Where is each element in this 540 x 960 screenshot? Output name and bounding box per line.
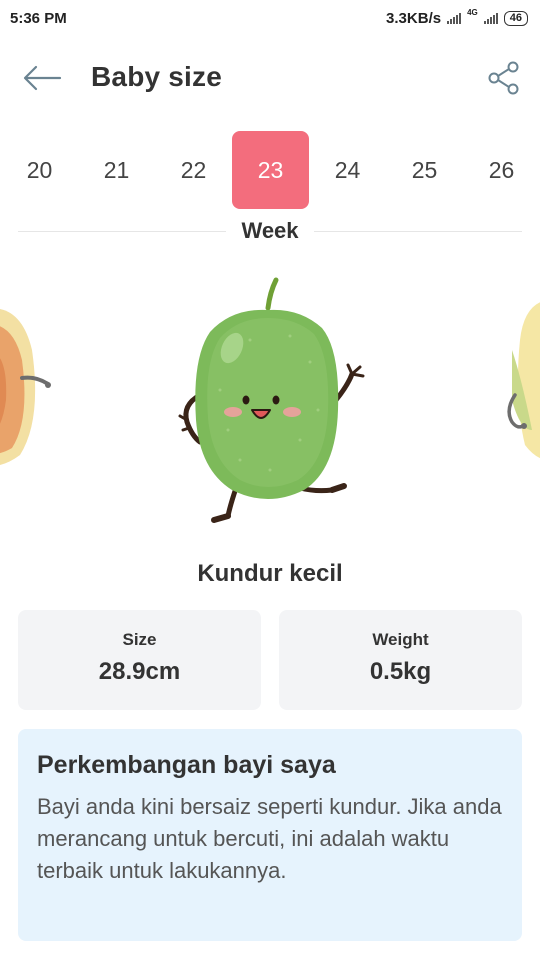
share-icon <box>488 61 519 95</box>
week-item-20[interactable]: 20 <box>1 131 78 209</box>
battery-icon: 46 <box>503 10 528 26</box>
app-bar: Baby size <box>0 48 540 108</box>
next-fruit-illustration <box>507 302 540 459</box>
status-indicators: 3.3KB/s 4G 46 <box>386 7 528 27</box>
baby-development-box: Perkembangan bayi saya Bayi anda kini be… <box>18 729 522 941</box>
weight-value: 0.5kg <box>369 658 432 685</box>
fruit-name: Kundur kecil <box>197 560 343 587</box>
size-value: 28.9cm <box>98 658 181 685</box>
week-label: Week <box>241 218 299 243</box>
size-label: Size <box>122 630 157 649</box>
status-time: 5:36 PM <box>10 9 67 27</box>
info-body: Bayi anda kini bersaiz seperti kundur. J… <box>37 794 502 883</box>
week-item-25[interactable]: 25 <box>386 131 463 209</box>
back-button[interactable] <box>22 62 62 94</box>
week-selector: 20 21 22 23 24 25 26 <box>0 131 540 209</box>
winter-melon-illustration <box>178 277 365 523</box>
info-title: Perkembangan bayi saya <box>37 751 336 779</box>
fruit-carousel[interactable] <box>0 270 540 540</box>
arrow-left-icon <box>23 65 62 91</box>
weight-card: Weight 0.5kg <box>279 610 522 710</box>
network-speed: 3.3KB/s <box>386 9 442 27</box>
size-card: Size 28.9cm <box>18 610 261 710</box>
week-item-23-selected[interactable]: 23 <box>232 131 309 209</box>
week-item-24[interactable]: 24 <box>309 131 386 209</box>
signal-icon <box>447 12 462 24</box>
share-button[interactable] <box>486 60 522 96</box>
previous-fruit-illustration <box>0 309 51 465</box>
fruit-illustrations <box>0 277 540 523</box>
status-bar: 5:36 PM 3.3KB/s 4G 46 <box>0 0 540 36</box>
week-item-26[interactable]: 26 <box>463 131 540 209</box>
week-item-21[interactable]: 21 <box>78 131 155 209</box>
signal-icon-2 <box>483 12 498 24</box>
weight-label: Weight <box>372 630 429 649</box>
page-title: Baby size <box>91 61 222 92</box>
week-item-22[interactable]: 22 <box>155 131 232 209</box>
network-type: 4G <box>467 7 478 17</box>
